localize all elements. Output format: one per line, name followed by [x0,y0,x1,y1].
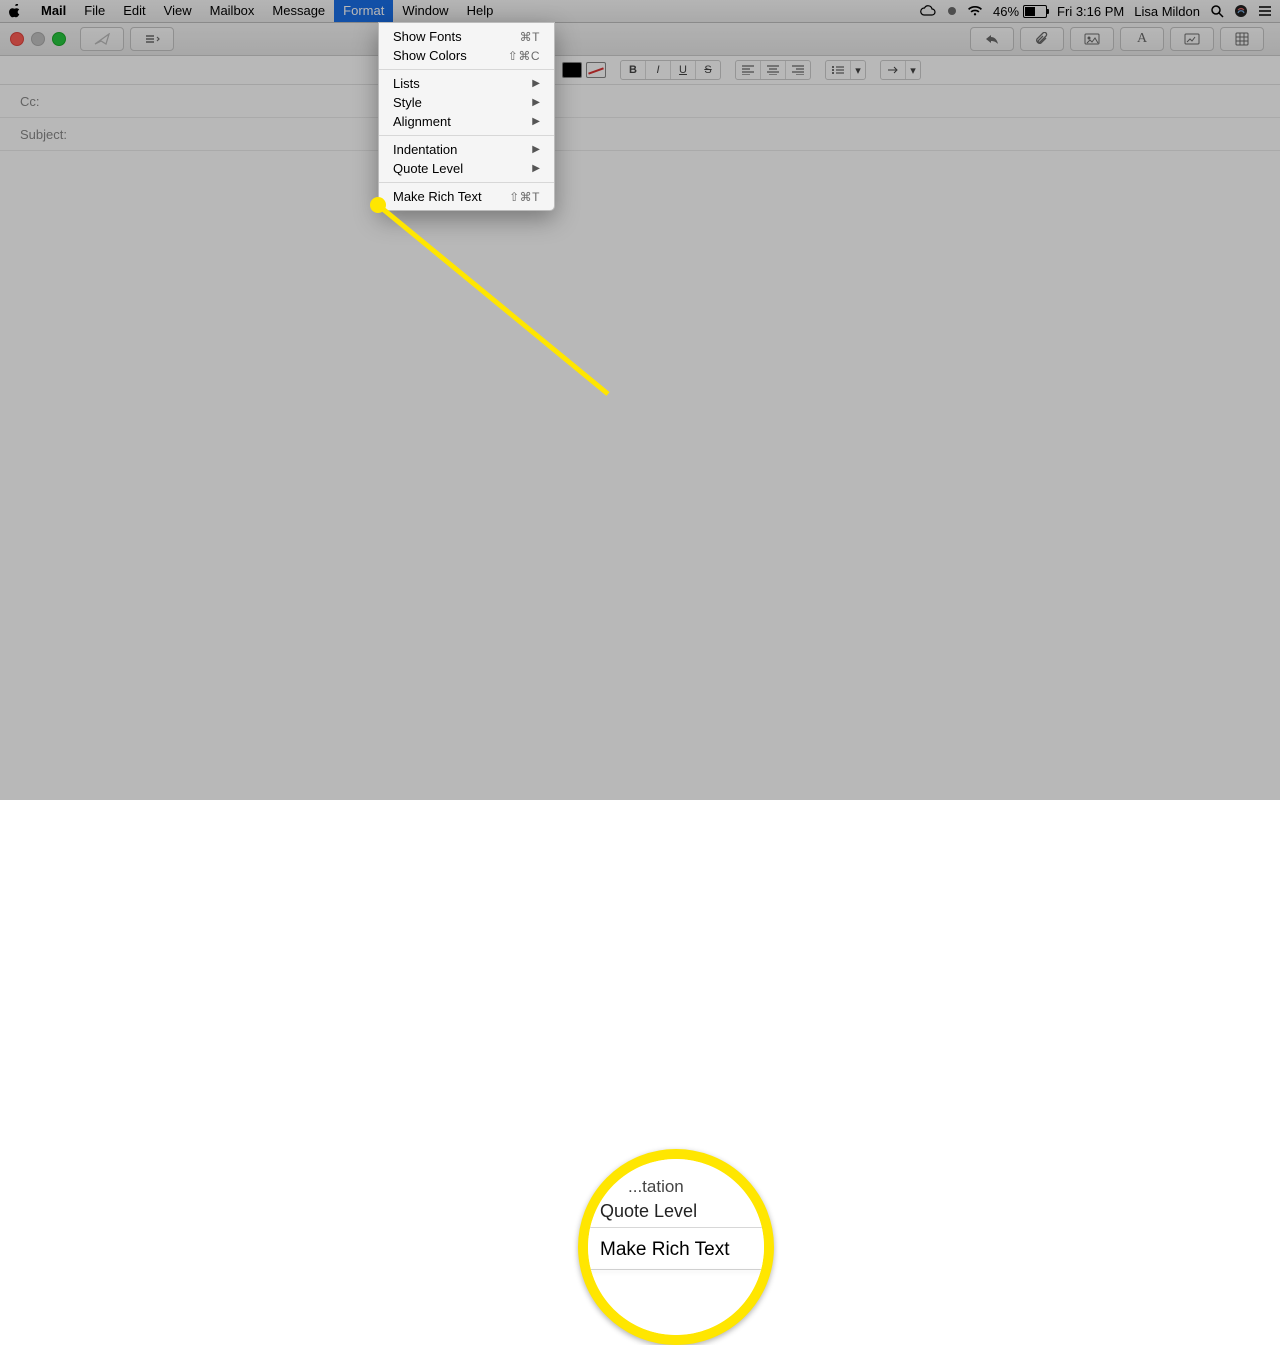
submenu-arrow-icon: ▶ [532,78,540,89]
cc-label: Cc: [20,94,80,109]
menu-file[interactable]: File [75,0,114,22]
dot-icon [947,6,957,16]
close-window-button[interactable] [10,32,24,46]
menu-window[interactable]: Window [393,0,457,22]
cc-row[interactable]: Cc: [0,85,1280,118]
battery-pct: 46% [993,4,1019,19]
subject-row[interactable]: Subject: [0,118,1280,151]
format-bar: B I U S ▾ ▾ [0,56,1280,85]
compose-body[interactable] [0,151,1280,805]
battery-icon [1023,5,1047,18]
menu-make-rich-text[interactable]: Make Rich Text⇧⌘T [379,187,554,206]
window-toolbar: A [0,23,1280,56]
markup-button[interactable] [1170,27,1214,51]
format-menu: Show Fonts⌘T Show Colors⇧⌘C Lists▶ Style… [378,22,555,211]
format-button[interactable]: A [1120,27,1164,51]
indent-group: ▾ [880,60,921,80]
text-color-swatch[interactable] [562,62,582,78]
clock[interactable]: Fri 3:16 PM [1057,4,1124,19]
menu-edit[interactable]: Edit [114,0,154,22]
reply-button[interactable] [970,27,1014,51]
attach-button[interactable] [1020,27,1064,51]
siri-icon[interactable] [1234,4,1248,18]
window-controls [10,32,66,46]
align-right-button[interactable] [786,61,810,79]
menu-show-colors[interactable]: Show Colors⇧⌘C [379,46,554,65]
menu-indentation[interactable]: Indentation▶ [379,140,554,159]
menu-quote-level[interactable]: Quote Level▶ [379,159,554,178]
apple-logo-icon [8,4,22,18]
emoji-button[interactable] [1220,27,1264,51]
cloud-icon [919,5,937,17]
align-center-button[interactable] [761,61,786,79]
send-button[interactable] [80,27,124,51]
menu-message[interactable]: Message [263,0,334,22]
minimize-window-button[interactable] [31,32,45,46]
compose-headers: Cc: Subject: [0,85,1280,151]
wifi-icon[interactable] [967,5,983,17]
menu-alignment[interactable]: Alignment▶ [379,112,554,131]
submenu-arrow-icon: ▶ [532,144,540,155]
zoom-window-button[interactable] [52,32,66,46]
photo-browser-button[interactable] [1070,27,1114,51]
menu-style[interactable]: Style▶ [379,93,554,112]
notification-center-icon[interactable] [1258,5,1272,17]
menu-lists[interactable]: Lists▶ [379,74,554,93]
indent-dropdown-button[interactable]: ▾ [906,61,920,79]
list-group: ▾ [825,60,866,80]
menu-help[interactable]: Help [458,0,503,22]
align-group [735,60,811,80]
battery-status[interactable]: 46% [993,4,1047,19]
menu-view[interactable]: View [155,0,201,22]
menu-show-fonts[interactable]: Show Fonts⌘T [379,27,554,46]
subject-label: Subject: [20,127,80,142]
bg-color-swatch[interactable] [586,62,606,78]
bold-button[interactable]: B [621,61,646,79]
list-dropdown-button[interactable]: ▾ [851,61,865,79]
strike-button[interactable]: S [696,61,720,79]
menu-format[interactable]: Format [334,0,393,22]
spotlight-icon[interactable] [1210,4,1224,18]
text-style-group: B I U S [620,60,721,80]
submenu-arrow-icon: ▶ [532,116,540,127]
menu-mailbox[interactable]: Mailbox [201,0,264,22]
user-name[interactable]: Lisa Mildon [1134,4,1200,19]
submenu-arrow-icon: ▶ [532,163,540,174]
underline-button[interactable]: U [671,61,696,79]
italic-button[interactable]: I [646,61,671,79]
menubar-status: 46% Fri 3:16 PM Lisa Mildon [919,4,1272,19]
menu-app[interactable]: Mail [32,0,75,22]
callout-anchor-dot [370,197,386,213]
submenu-arrow-icon: ▶ [532,97,540,108]
indent-button[interactable] [881,61,906,79]
menubar: Mail File Edit View Mailbox Message Form… [0,0,1280,23]
list-button[interactable] [826,61,851,79]
align-left-button[interactable] [736,61,761,79]
header-fields-button[interactable] [130,27,174,51]
